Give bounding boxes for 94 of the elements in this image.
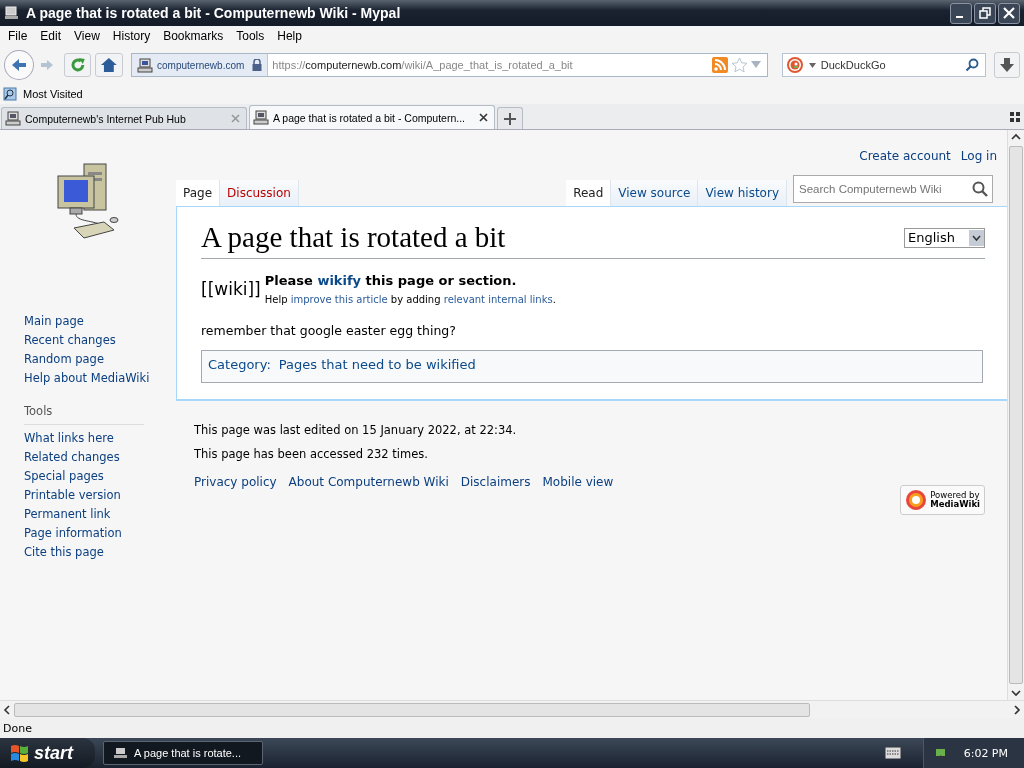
- wiki-label: [[wiki]]: [201, 279, 261, 299]
- menu-item[interactable]: Help: [272, 29, 310, 43]
- menu-item[interactable]: View: [69, 29, 108, 43]
- view-tab[interactable]: View history: [698, 180, 787, 206]
- restore-button[interactable]: [974, 2, 996, 24]
- page-title: A page that is rotated a bit: [201, 221, 506, 254]
- clock: 6:02 PM: [963, 746, 1008, 760]
- lock-icon: [252, 59, 263, 71]
- view-tab[interactable]: View source: [611, 180, 699, 206]
- page-tab[interactable]: Discussion: [220, 180, 299, 206]
- site-identity-button[interactable]: computernewb.com: [132, 54, 269, 76]
- account-link[interactable]: Create account: [859, 149, 951, 169]
- footer-link[interactable]: About Computernewb Wiki: [288, 475, 449, 489]
- notice-link[interactable]: wikify: [317, 273, 362, 288]
- category-link[interactable]: Pages that need to be wikified: [278, 357, 476, 372]
- search-icon[interactable]: [972, 181, 988, 197]
- computer-icon: [137, 57, 154, 73]
- browser-tab[interactable]: Computernewb's Internet Pub Hub: [1, 107, 247, 129]
- language-select[interactable]: English: [904, 227, 985, 248]
- reload-button[interactable]: [63, 53, 92, 77]
- minimize-button[interactable]: [950, 2, 972, 24]
- computer-icon: [253, 110, 269, 125]
- minimize-icon: [955, 16, 963, 18]
- windows-flag-icon: [10, 744, 30, 762]
- sidebar-link[interactable]: Special pages: [24, 469, 176, 484]
- sidebar-link[interactable]: Help about MediaWiki: [24, 371, 176, 386]
- badge-text: Powered by: [930, 491, 980, 500]
- tab-list-icon[interactable]: [1010, 111, 1020, 122]
- horizontal-scrollbar[interactable]: [0, 700, 1024, 718]
- sidebar-link[interactable]: Permanent link: [24, 507, 176, 522]
- address-field[interactable]: computernewb.com https://computernewb.com/wiki/A_page_that_is_rotated_a_bit: [131, 53, 768, 77]
- powered-by-badge[interactable]: Powered by MediaWiki: [900, 485, 985, 515]
- close-tab-icon[interactable]: [479, 113, 488, 122]
- menu-item[interactable]: Bookmarks: [158, 29, 232, 43]
- caret-icon[interactable]: [808, 62, 816, 68]
- plus-icon: [504, 112, 516, 125]
- category-label[interactable]: Category:: [208, 357, 271, 372]
- search-icon[interactable]: [965, 58, 979, 72]
- sidebar-link[interactable]: Recent changes: [24, 333, 176, 348]
- placeholder-text: DuckDuckGo: [820, 59, 887, 71]
- sidebar-heading: Tools: [24, 404, 144, 425]
- wiki-search-field[interactable]: Search Computernewb Wiki: [793, 175, 993, 203]
- url-text: https://computernewb.com/wiki/A_page_that_is_rotated_a_bit: [271, 59, 574, 71]
- menu-item[interactable]: History: [107, 29, 159, 43]
- bookmark-folder[interactable]: Most Visited: [3, 87, 83, 101]
- placeholder-text: Search Computernewb Wiki: [799, 183, 943, 195]
- sidebar-link[interactable]: Main page: [24, 314, 176, 329]
- badge-text: MediaWiki: [930, 500, 980, 509]
- computer-icon: [5, 111, 21, 126]
- keyboard-icon[interactable]: [884, 747, 901, 759]
- menu-item[interactable]: File: [3, 29, 36, 43]
- menu-item[interactable]: Edit: [35, 29, 70, 43]
- forward-arrow-icon: [39, 59, 54, 71]
- sidebar-link[interactable]: Random page: [24, 352, 176, 367]
- start-button[interactable]: start: [0, 738, 95, 768]
- taskbar-button[interactable]: A page that is rotate...: [103, 741, 263, 765]
- view-tab[interactable]: Read: [566, 180, 612, 206]
- restore-icon: [979, 7, 991, 19]
- back-button[interactable]: [4, 50, 34, 80]
- computer-icon: [4, 6, 20, 20]
- sidebar-link[interactable]: Printable version: [24, 488, 176, 503]
- window-title: A page that is rotated a bit - Computernewb Wiki - Mypal: [26, 5, 402, 21]
- close-icon: [1003, 7, 1015, 19]
- notice-link[interactable]: improve this article: [290, 294, 388, 305]
- footer-link[interactable]: Privacy policy: [194, 475, 277, 489]
- footer-info: This page has been accessed 232 times.: [194, 447, 429, 461]
- article-text: remember that google easter egg thing?: [201, 323, 457, 338]
- vertical-scrollbar[interactable]: [1007, 130, 1024, 700]
- flower-logo-icon: [905, 489, 928, 511]
- account-link[interactable]: Log in: [960, 149, 997, 169]
- menu-item[interactable]: Tools: [231, 29, 273, 43]
- sidebar-link[interactable]: Page information: [24, 526, 176, 541]
- page-tab[interactable]: Page: [176, 180, 221, 206]
- home-button[interactable]: [95, 53, 124, 77]
- new-tab-button[interactable]: [497, 107, 523, 129]
- sidebar-link[interactable]: Cite this page: [24, 545, 176, 560]
- search-field[interactable]: DuckDuckGo: [781, 53, 986, 77]
- footer-link[interactable]: Disclaimers: [460, 475, 531, 489]
- sidebar-link[interactable]: Related changes: [24, 450, 176, 465]
- bookmark-star-icon[interactable]: [730, 57, 748, 73]
- footer-info: This page was last edited on 15 January 2022, at 22:34.: [194, 423, 518, 437]
- sidebar-link[interactable]: What links here: [24, 431, 176, 446]
- notice-link[interactable]: relevant internal links: [443, 294, 553, 305]
- download-button[interactable]: [994, 52, 1020, 78]
- browser-tab[interactable]: A page that is rotated a bit - Computern...: [249, 105, 495, 129]
- notice-text: Help improve this article by adding relevant internal links.: [264, 294, 556, 305]
- home-icon: [100, 57, 119, 73]
- status-text: Done: [3, 721, 32, 735]
- download-arrow-icon: [999, 57, 1015, 73]
- footer-link[interactable]: Mobile view: [542, 475, 614, 489]
- close-button[interactable]: [998, 2, 1020, 24]
- computer-icon: [114, 747, 128, 759]
- notice-heading: Please wikify this page or section.: [264, 273, 518, 288]
- magnifier-icon: [3, 87, 17, 101]
